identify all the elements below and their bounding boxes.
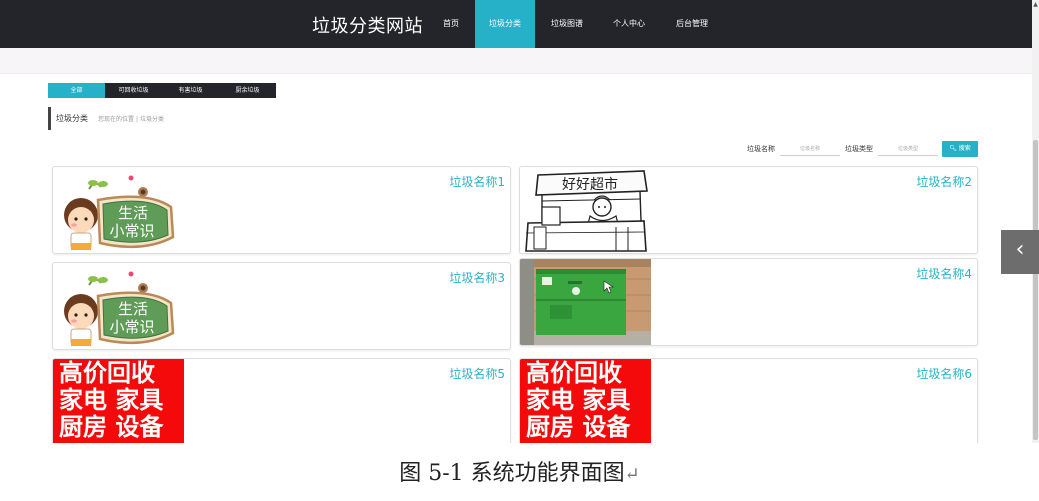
scroll-up-arrow-icon[interactable]: ▲ — [1032, 0, 1039, 9]
browser-viewport: 垃圾分类网站 首页 垃圾分类 垃圾图谱 个人中心 后台管理 ▲ 全部 可回收垃圾… — [0, 0, 1039, 443]
tab-hazardous[interactable]: 有害垃圾 — [162, 83, 219, 98]
ad-line-3: 厨房 设备 — [526, 413, 631, 441]
tab-all[interactable]: 全部 — [48, 83, 105, 98]
cartoon-text-line-2: 小常识 — [109, 318, 154, 336]
tab-kitchen-waste[interactable]: 厨余垃圾 — [219, 83, 276, 98]
nav-item-garbage-atlas[interactable]: 垃圾图谱 — [545, 0, 589, 48]
garbage-card[interactable]: 垃圾名称4 — [519, 258, 978, 346]
search-type-label: 垃圾类型 — [845, 145, 873, 153]
scrollbar-thumb[interactable] — [1033, 140, 1038, 440]
search-button-label: 搜索 — [958, 145, 971, 152]
ad-line-2: 家电 家具 — [526, 386, 631, 414]
sketch-convenience-store-image: 好好超市 — [520, 167, 651, 253]
cartoon-text-line-1: 生活 — [118, 204, 148, 222]
vertical-scrollbar[interactable]: ▲ — [1032, 0, 1039, 443]
garbage-card-name[interactable]: 垃圾名称5 — [449, 365, 505, 382]
sketch-sign-text: 好好超市 — [562, 176, 618, 193]
chevron-left-icon: ‹ — [1015, 237, 1025, 262]
nav-item-garbage-classification[interactable]: 垃圾分类 — [475, 0, 535, 48]
garbage-card-name[interactable]: 垃圾名称1 — [449, 173, 505, 190]
search-name-input[interactable] — [780, 142, 840, 156]
header-subband — [0, 48, 1032, 74]
search-button[interactable]: 🔍︎ 搜索 — [942, 141, 978, 157]
breadcrumb: 您现在的位置 | 垃圾分类 — [98, 114, 166, 123]
nav-item-admin[interactable]: 后台管理 — [670, 0, 714, 48]
garbage-card-name[interactable]: 垃圾名称2 — [916, 173, 972, 190]
breadcrumb-separator: | — [136, 116, 139, 123]
garbage-card-name[interactable]: 垃圾名称4 — [916, 265, 972, 282]
red-recycling-ad-image: 高价回收 家电 家具 厨房 设备 — [53, 359, 184, 443]
search-type-input[interactable] — [878, 142, 938, 156]
return-mark-icon: ↵ — [624, 464, 640, 485]
ad-line-2: 家电 家具 — [59, 386, 164, 414]
breadcrumb-prefix: 您现在的位置 — [98, 116, 135, 123]
cartoon-daily-tips-image: 生活 小常识 — [53, 263, 184, 349]
breadcrumb-accent-bar — [48, 107, 51, 130]
garbage-card[interactable]: 高价回收 家电 家具 厨房 设备 垃圾名称5 — [52, 358, 511, 443]
side-collapse-button[interactable]: ‹ — [1001, 230, 1039, 274]
page-title: 垃圾分类 — [56, 114, 88, 123]
tab-recyclable[interactable]: 可回收垃圾 — [105, 83, 162, 98]
figure-caption-text: 图 5-1 系统功能界面图 — [399, 461, 625, 486]
nav-item-personal-center[interactable]: 个人中心 — [607, 0, 651, 48]
nav-item-home[interactable]: 首页 — [436, 0, 466, 48]
ad-line-1: 高价回收 — [59, 359, 155, 387]
garbage-card-name[interactable]: 垃圾名称3 — [449, 269, 505, 286]
search-name-label: 垃圾名称 — [747, 145, 775, 153]
green-recycling-bin-photo — [520, 259, 651, 345]
garbage-card[interactable]: 高价回收 家电 家具 厨房 设备 垃圾名称6 — [519, 358, 978, 443]
ad-line-1: 高价回收 — [526, 359, 622, 387]
cartoon-daily-tips-image: 生活 小常识 — [53, 167, 184, 253]
site-title[interactable]: 垃圾分类网站 — [312, 12, 423, 38]
top-navigation-bar: 垃圾分类网站 首页 垃圾分类 垃圾图谱 个人中心 后台管理 — [0, 0, 1032, 48]
figure-caption: 图 5-1 系统功能界面图↵ — [0, 455, 1039, 487]
garbage-card-name[interactable]: 垃圾名称6 — [916, 365, 972, 382]
red-recycling-ad-image: 高价回收 家电 家具 厨房 设备 — [520, 359, 651, 443]
search-icon: 🔍︎ — [949, 145, 957, 152]
garbage-card[interactable]: 好好超市 垃圾名称2 — [519, 166, 978, 254]
breadcrumb-current[interactable]: 垃圾分类 — [140, 116, 164, 123]
cartoon-text-line-2: 小常识 — [109, 222, 154, 240]
garbage-card[interactable]: 生活 小常识 垃圾名称3 — [52, 262, 511, 350]
ad-line-3: 厨房 设备 — [59, 413, 164, 441]
garbage-card[interactable]: 生活 小常识 垃圾名称1 — [52, 166, 511, 254]
cartoon-text-line-1: 生活 — [118, 300, 148, 318]
